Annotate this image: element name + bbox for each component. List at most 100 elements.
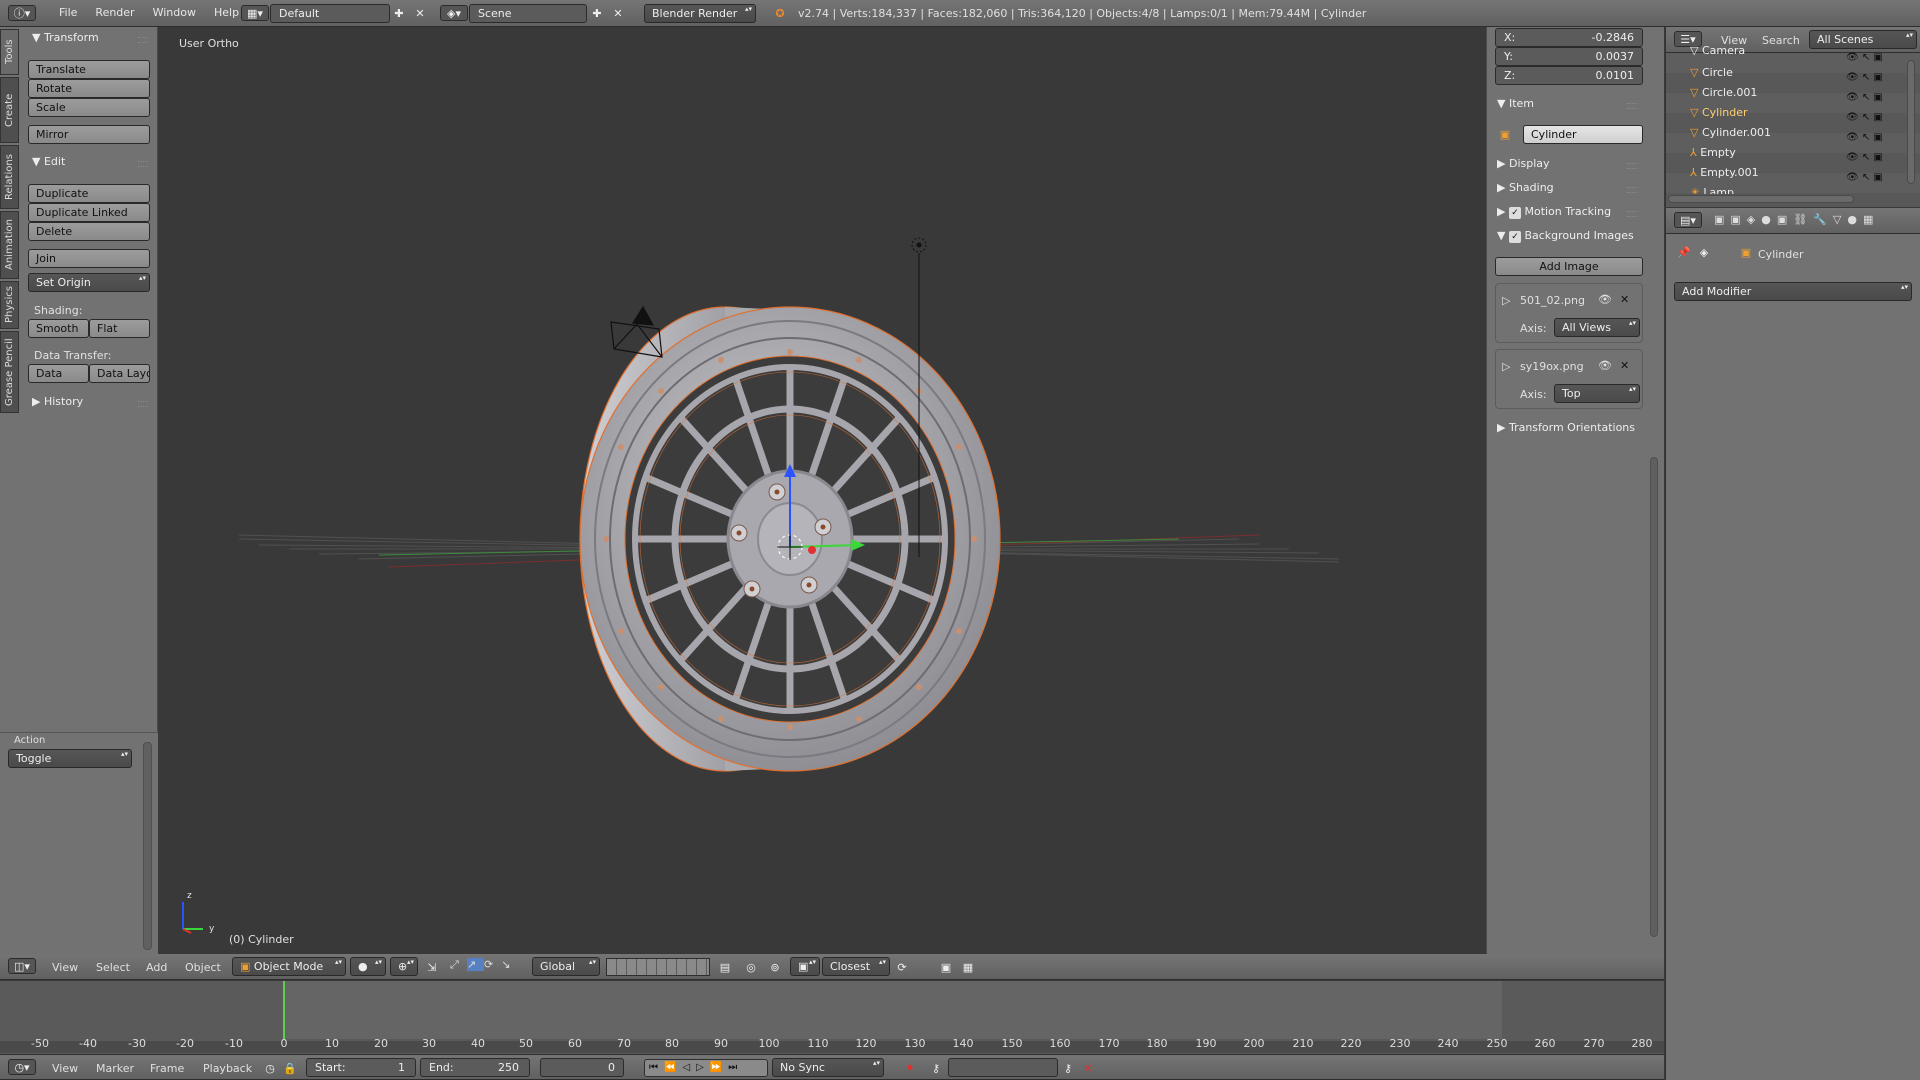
preview-range-icon[interactable]: ◷ [262, 1060, 278, 1076]
menu-file[interactable]: File [50, 0, 86, 26]
add-modifier-dropdown[interactable]: Add Modifier [1674, 282, 1912, 301]
current-frame-marker[interactable] [283, 981, 285, 1039]
timeline-menu-marker[interactable]: Marker [96, 1062, 134, 1075]
view3d-menu-view[interactable]: View [52, 961, 78, 974]
set-origin-dropdown[interactable]: Set Origin [28, 273, 150, 292]
outliner-item-empty[interactable]: ⅄ Empty [1690, 143, 1736, 163]
rotate-button[interactable]: Rotate [28, 79, 150, 98]
add-image-button[interactable]: Add Image [1495, 257, 1643, 276]
lock-layer-icon[interactable]: ▤ [717, 959, 733, 975]
outliner-item-cylinder-001[interactable]: ▽ Cylinder.001 [1690, 123, 1771, 143]
current-frame-field[interactable]: 0 [540, 1058, 624, 1077]
sync-dropdown[interactable]: No Sync [772, 1058, 884, 1077]
outliner-item-camera[interactable]: ▽ Camera [1690, 44, 1745, 57]
tab-animation[interactable]: Animation [0, 211, 19, 279]
scene-field[interactable]: Scene [469, 4, 587, 23]
outliner-scene-filter[interactable]: All Scenes [1809, 30, 1917, 49]
pin-icon[interactable]: 📌 [1676, 244, 1692, 260]
wheel-model[interactable] [159, 27, 1485, 954]
start-frame-field[interactable]: Start: 1 [306, 1058, 416, 1077]
screen-layout-field[interactable]: Default [270, 4, 390, 23]
outliner-menu-search[interactable]: Search [1762, 34, 1800, 47]
tab-grease-pencil[interactable]: Grease Pencil [0, 331, 19, 413]
history-panel-header[interactable]: ▶ History [32, 395, 83, 408]
outliner-item-lamp[interactable]: ☀ Lamp [1690, 183, 1734, 194]
action-dropdown[interactable]: Toggle [8, 749, 132, 768]
outliner-scrollbar[interactable] [1668, 195, 1854, 203]
duplicate-button[interactable]: Duplicate [28, 184, 150, 203]
expand-icon[interactable]: ▷ [1502, 360, 1510, 373]
timeline[interactable] [0, 981, 1664, 1055]
translate-button[interactable]: Translate [28, 60, 150, 79]
motion-tracking-panel-header[interactable]: ▶ ✓ Motion Tracking [1497, 205, 1611, 219]
keying-set-field[interactable] [948, 1058, 1058, 1077]
snap-element-dropdown[interactable]: ▣ [790, 957, 820, 976]
mode-dropdown[interactable]: ▣ Object Mode [232, 957, 346, 976]
timeline-scrollbar[interactable] [0, 1041, 1664, 1053]
scale-button[interactable]: Scale [28, 98, 150, 117]
outliner-vscrollbar[interactable] [1907, 60, 1915, 184]
render-preview-icon[interactable]: ▣ [938, 959, 954, 975]
add-layout-icon[interactable]: ✚ [391, 5, 407, 21]
outliner-item-empty-001[interactable]: ⅄ Empty.001 [1690, 163, 1759, 183]
menu-window[interactable]: Window [144, 0, 205, 26]
outliner-item-circle[interactable]: ▽ Circle [1690, 63, 1733, 83]
keying-set-icon[interactable]: ⚷ [928, 1060, 944, 1076]
expand-icon[interactable]: ▷ [1502, 294, 1510, 307]
menu-render[interactable]: Render [86, 0, 143, 26]
proportional-edit-icon[interactable]: ◎ [743, 959, 759, 975]
snap-target-dropdown[interactable]: Closest [822, 957, 890, 976]
timeline-menu-frame[interactable]: Frame [150, 1062, 184, 1075]
pivot-dropdown[interactable]: ⊕ [390, 957, 418, 976]
panel-grip[interactable] [1627, 163, 1637, 169]
flat-button[interactable]: Flat [89, 319, 150, 338]
transform-panel-header[interactable]: ▼ Transform [32, 31, 99, 44]
panel-grip[interactable] [1627, 187, 1637, 193]
playback-controls[interactable]: ⏮⏪◁▷⏩⏭ [644, 1059, 768, 1077]
scene-icon[interactable]: ◈▾ [440, 5, 468, 21]
edit-panel-header[interactable]: ▼ Edit [32, 155, 65, 168]
eye-icon[interactable]: 👁 [1598, 293, 1612, 306]
image1-axis-dropdown[interactable]: All Views [1554, 318, 1640, 337]
insert-keyframe-icon[interactable]: ⚷ [1060, 1060, 1076, 1076]
outliner-visibility-column[interactable]: 👁 ↖ ▣ 👁 ↖ ▣ 👁 ↖ ▣ 👁 ↖ ▣ 👁 ↖ ▣ 👁 ↖ ▣ 👁 ↖ ▣ [1846, 48, 1906, 194]
image2-axis-dropdown[interactable]: Top [1554, 384, 1640, 403]
data-layout-button[interactable]: Data Layo [89, 364, 150, 383]
motion-tracking-checkbox[interactable]: ✓ [1508, 207, 1521, 219]
tab-relations[interactable]: Relations [0, 145, 19, 209]
outliner-item-cylinder[interactable]: ▽ Cylinder [1690, 103, 1748, 123]
render-engine-dropdown[interactable]: Blender Render [644, 4, 756, 23]
n-panel-scrollbar[interactable] [1650, 457, 1658, 937]
manipulator-toggle-icon[interactable]: ⇲ [424, 959, 440, 975]
render-animation-icon[interactable]: ▦ [960, 959, 976, 975]
background-images-checkbox[interactable]: ✓ [1508, 231, 1521, 243]
transform-orientations-panel-header[interactable]: ▶ Transform Orientations [1497, 421, 1635, 434]
snap-rotate-icon[interactable]: ⟳ [894, 959, 910, 975]
viewport-shading-dropdown[interactable]: ● [350, 957, 386, 976]
tab-create[interactable]: Create [0, 77, 19, 143]
orientation-dropdown[interactable]: Global [532, 957, 600, 976]
display-panel-header[interactable]: ▶ Display [1497, 157, 1550, 170]
timeline-editor-icon[interactable]: ◷▾ [8, 1059, 36, 1075]
location-x-field[interactable]: X: -0.2846 [1495, 28, 1643, 47]
panel-grip[interactable] [138, 401, 148, 407]
panel-grip[interactable] [138, 161, 148, 167]
tab-tools[interactable]: Tools [0, 29, 19, 75]
info-editor-icon[interactable]: ⓘ▾ [8, 5, 36, 21]
panel-grip[interactable] [138, 37, 148, 43]
layer-buttons[interactable] [606, 958, 710, 976]
shading-panel-header[interactable]: ▶ Shading [1497, 181, 1554, 194]
view3d-menu-select[interactable]: Select [96, 961, 130, 974]
mirror-button[interactable]: Mirror [28, 125, 150, 144]
item-panel-header[interactable]: ▼ Item [1497, 97, 1534, 110]
add-scene-icon[interactable]: ✚ [589, 5, 605, 21]
view3d-menu-add[interactable]: Add [146, 961, 167, 974]
location-y-field[interactable]: Y: 0.0037 [1495, 47, 1643, 66]
manipulator-icons[interactable]: ⤢↗⟳↘ [450, 958, 530, 976]
properties-editor-icon[interactable]: ▤▾ [1674, 212, 1702, 228]
join-button[interactable]: Join [28, 249, 150, 268]
delete-scene-icon[interactable]: ✕ [610, 5, 626, 21]
lock-icon[interactable]: 🔒 [282, 1060, 298, 1076]
timeline-menu-playback[interactable]: Playback [203, 1062, 252, 1075]
viewport-3d[interactable]: User Ortho z y (0) Cylinder [159, 27, 1485, 954]
